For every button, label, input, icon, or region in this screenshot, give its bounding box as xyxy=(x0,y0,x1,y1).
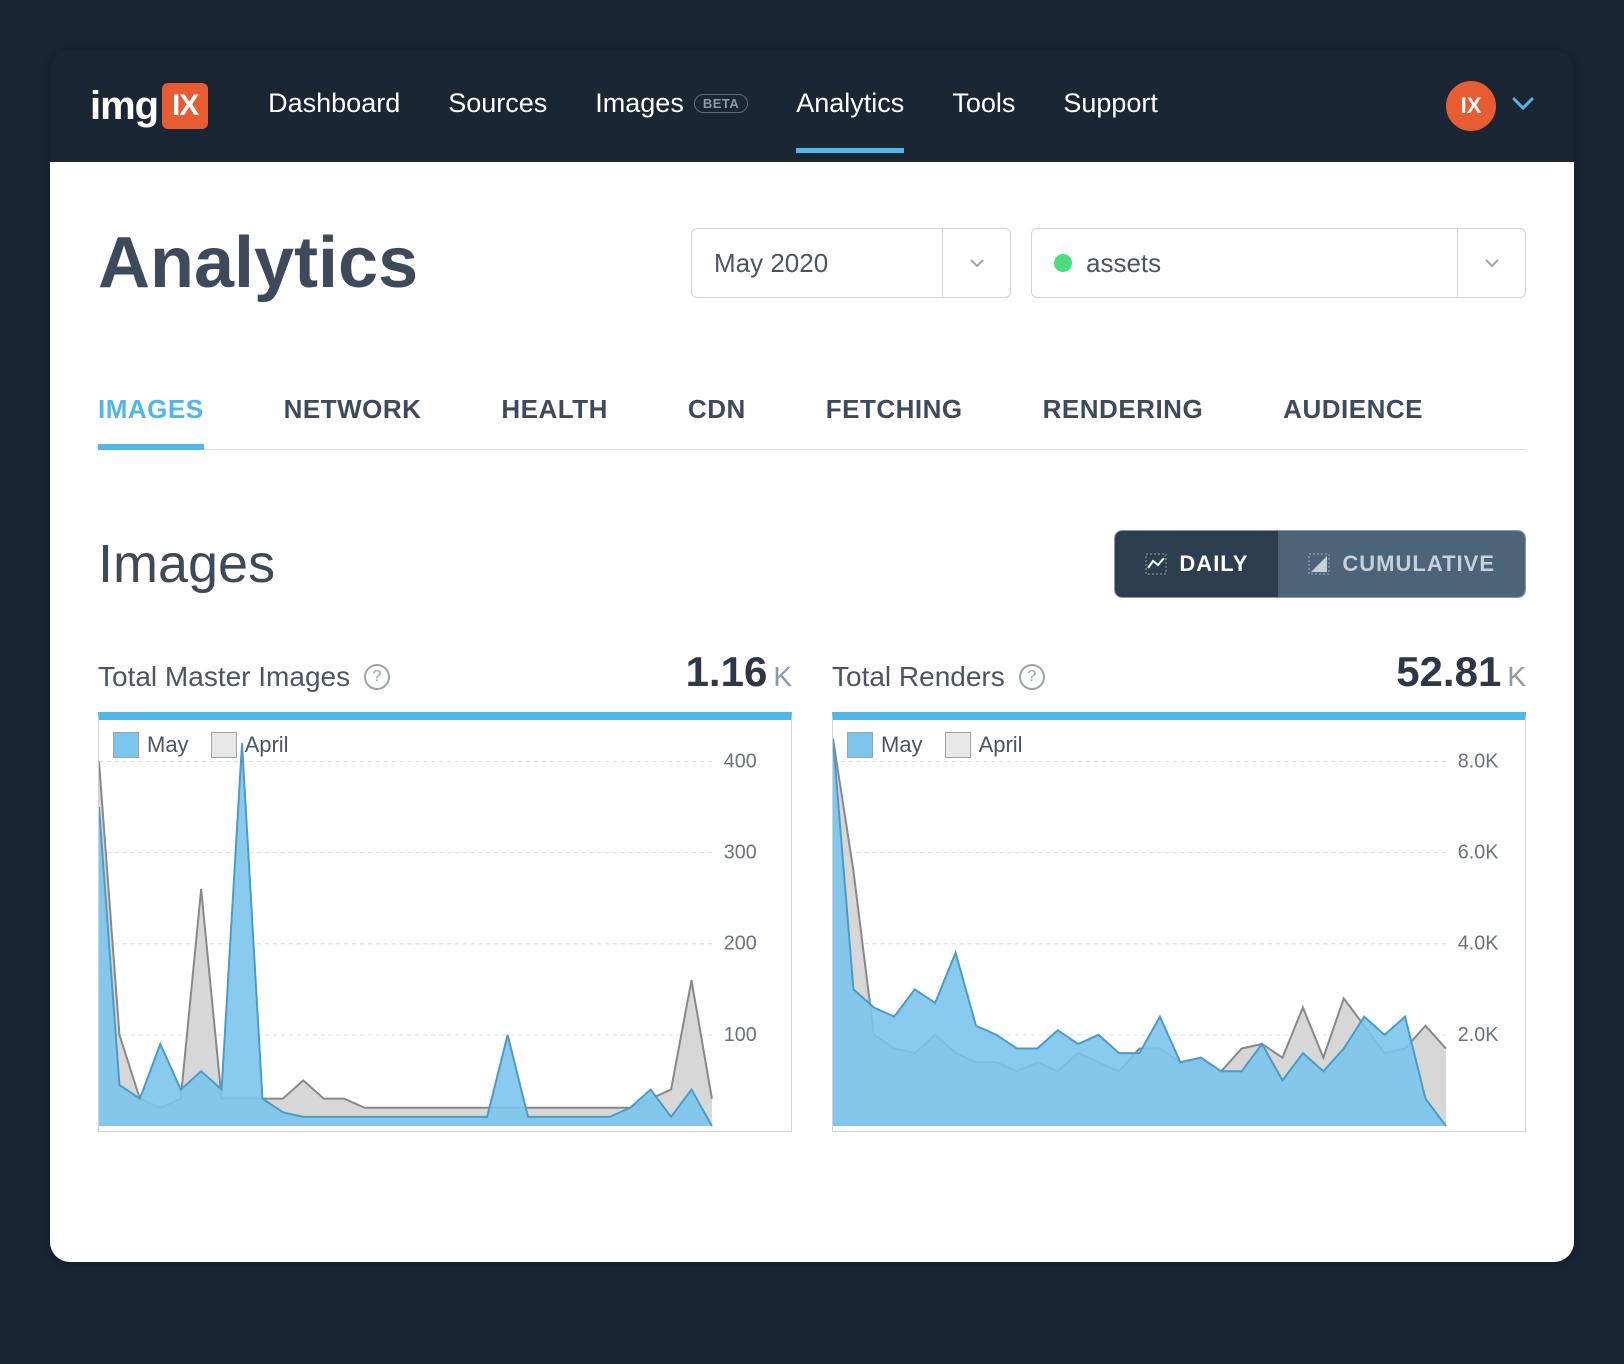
nav-dashboard[interactable]: Dashboard xyxy=(268,88,400,125)
svg-text:200: 200 xyxy=(724,933,757,955)
app-window: img IX Dashboard Sources Images BETA Ana… xyxy=(50,50,1574,1262)
chart-legend: May April xyxy=(113,732,289,758)
section-title: Images xyxy=(98,533,1114,595)
logo-prefix: img xyxy=(90,84,158,129)
chart-svg: 2.0K 4.0K 6.0K 8.0K xyxy=(833,720,1525,1131)
nav-images-label: Images xyxy=(595,88,684,119)
page-title: Analytics xyxy=(98,222,691,304)
svg-text:6.0K: 6.0K xyxy=(1458,841,1499,863)
content: Analytics May 2020 assets xyxy=(50,162,1574,1262)
date-value: May 2020 xyxy=(714,248,828,279)
daily-chart-icon xyxy=(1145,553,1167,575)
chevron-down-icon xyxy=(942,229,1010,297)
source-value: assets xyxy=(1086,248,1161,279)
chart-value: 1.16K xyxy=(686,648,792,696)
page-header: Analytics May 2020 assets xyxy=(98,222,1526,304)
tab-rendering[interactable]: RENDERING xyxy=(1043,394,1204,449)
source-dropdown[interactable]: assets xyxy=(1031,228,1526,298)
chart-value: 52.81K xyxy=(1396,648,1526,696)
toggle-cumulative[interactable]: CUMULATIVE xyxy=(1278,531,1525,597)
legend-april: April xyxy=(945,732,1023,758)
nav-analytics[interactable]: Analytics xyxy=(796,88,904,125)
chart-svg: 100 200 300 400 xyxy=(99,720,791,1131)
chart-total-renders: Total Renders ? 52.81K May April 2.0K 4.0… xyxy=(832,648,1526,1132)
chart-value-num: 1.16 xyxy=(686,648,768,695)
chart-box: May April 100 200 300 400 xyxy=(98,712,792,1132)
cumulative-chart-icon xyxy=(1308,553,1330,575)
chart-label-text: Total Master Images xyxy=(98,661,350,693)
section-header: Images DAILY CUMULATIVE xyxy=(98,530,1526,598)
sub-tabs: IMAGES NETWORK HEALTH CDN FETCHING RENDE… xyxy=(98,394,1526,450)
beta-badge: BETA xyxy=(694,94,748,113)
date-dropdown[interactable]: May 2020 xyxy=(691,228,1011,298)
toggle-cumulative-label: CUMULATIVE xyxy=(1342,551,1495,577)
filter-dropdowns: May 2020 assets xyxy=(691,228,1526,298)
avatar[interactable]: IX xyxy=(1446,81,1496,131)
chart-value-unit: K xyxy=(1507,661,1526,692)
tab-audience[interactable]: AUDIENCE xyxy=(1283,394,1423,449)
chart-value-unit: K xyxy=(773,661,792,692)
main-nav: Dashboard Sources Images BETA Analytics … xyxy=(268,88,1416,125)
chart-legend: May April xyxy=(847,732,1023,758)
legend-swatch-icon xyxy=(113,732,139,758)
legend-april: April xyxy=(211,732,289,758)
legend-label: May xyxy=(147,732,189,758)
svg-text:2.0K: 2.0K xyxy=(1458,1024,1499,1046)
chart-box: May April 2.0K 4.0K 6.0K 8.0K xyxy=(832,712,1526,1132)
help-icon[interactable]: ? xyxy=(1019,664,1045,690)
svg-text:8.0K: 8.0K xyxy=(1458,750,1499,772)
help-icon[interactable]: ? xyxy=(364,664,390,690)
legend-swatch-icon xyxy=(847,732,873,758)
svg-text:400: 400 xyxy=(724,750,757,772)
chart-label: Total Master Images ? xyxy=(98,661,390,693)
legend-label: April xyxy=(245,732,289,758)
chevron-down-icon xyxy=(1457,229,1525,297)
charts-row: Total Master Images ? 1.16K May April 10… xyxy=(98,648,1526,1132)
status-dot-icon xyxy=(1054,254,1072,272)
nav-images[interactable]: Images BETA xyxy=(595,88,748,125)
toggle-daily-label: DAILY xyxy=(1179,551,1248,577)
logo-box-icon: IX xyxy=(162,83,208,129)
tab-images[interactable]: IMAGES xyxy=(98,394,204,449)
view-toggle: DAILY CUMULATIVE xyxy=(1114,530,1526,598)
tab-network[interactable]: NETWORK xyxy=(284,394,422,449)
chart-label: Total Renders ? xyxy=(832,661,1045,693)
avatar-chevron-icon[interactable] xyxy=(1512,97,1534,116)
legend-swatch-icon xyxy=(211,732,237,758)
toggle-daily[interactable]: DAILY xyxy=(1115,531,1278,597)
legend-label: April xyxy=(979,732,1023,758)
legend-may: May xyxy=(113,732,189,758)
chart-value-num: 52.81 xyxy=(1396,648,1501,695)
nav-sources[interactable]: Sources xyxy=(448,88,547,125)
tab-health[interactable]: HEALTH xyxy=(501,394,608,449)
logo[interactable]: img IX xyxy=(90,83,208,129)
chart-master-images: Total Master Images ? 1.16K May April 10… xyxy=(98,648,792,1132)
legend-may: May xyxy=(847,732,923,758)
tab-cdn[interactable]: CDN xyxy=(688,394,746,449)
tab-fetching[interactable]: FETCHING xyxy=(826,394,963,449)
svg-text:300: 300 xyxy=(724,841,757,863)
svg-text:4.0K: 4.0K xyxy=(1458,933,1499,955)
chart-label-text: Total Renders xyxy=(832,661,1005,693)
nav-tools[interactable]: Tools xyxy=(952,88,1015,125)
legend-label: May xyxy=(881,732,923,758)
svg-text:100: 100 xyxy=(724,1024,757,1046)
nav-support[interactable]: Support xyxy=(1063,88,1158,125)
legend-swatch-icon xyxy=(945,732,971,758)
topbar: img IX Dashboard Sources Images BETA Ana… xyxy=(50,50,1574,162)
